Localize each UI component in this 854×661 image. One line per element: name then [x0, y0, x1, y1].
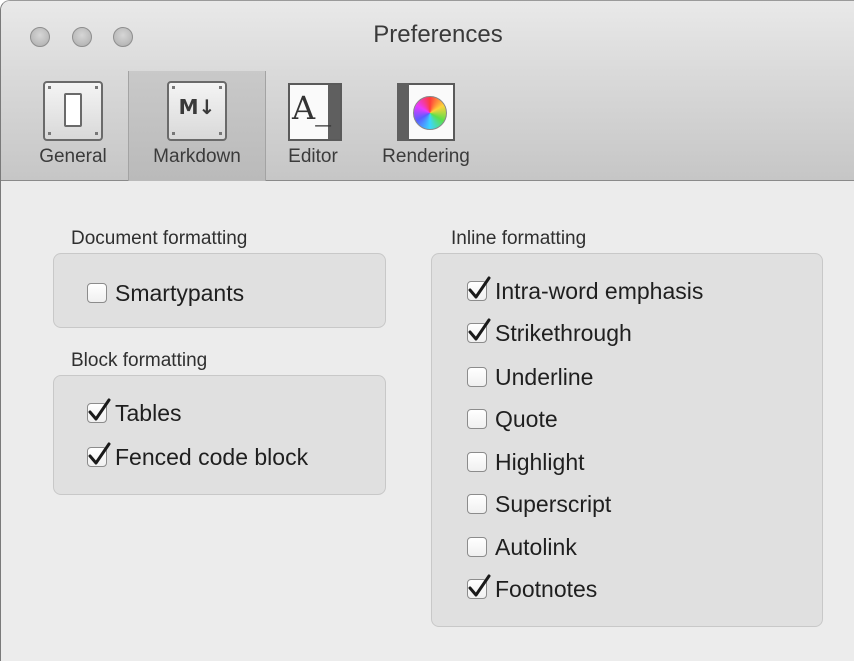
window-title: Preferences — [373, 21, 503, 48]
tab-general-label: General — [39, 146, 107, 167]
quote-checkbox[interactable] — [467, 409, 487, 429]
title-bar: Preferences General M↓ Markdown A_ Edito… — [1, 1, 854, 181]
checkmark-icon — [88, 398, 111, 421]
option-fenced-code-block[interactable]: Fenced code block — [87, 441, 308, 473]
tables-label: Tables — [115, 399, 182, 426]
smartypants-checkbox[interactable] — [87, 283, 107, 303]
quote-label: Quote — [495, 405, 558, 432]
option-smartypants[interactable]: Smartypants — [87, 277, 244, 309]
inline-formatting-group — [431, 253, 823, 627]
option-superscript[interactable]: Superscript — [467, 488, 611, 520]
tab-editor-label: Editor — [288, 146, 338, 167]
option-strikethrough[interactable]: Strikethrough — [467, 317, 632, 349]
underline-label: Underline — [495, 363, 594, 390]
underline-checkbox[interactable] — [467, 367, 487, 387]
option-quote[interactable]: Quote — [467, 403, 558, 435]
switch-icon — [38, 77, 108, 143]
tables-checkbox[interactable] — [87, 398, 111, 423]
footnotes-checkbox[interactable] — [467, 574, 491, 599]
footnotes-label: Footnotes — [495, 575, 598, 602]
markdown-preferences-pane: Document formatting Smartypants Block fo… — [1, 181, 854, 661]
strikethrough-checkbox[interactable] — [467, 318, 491, 343]
preferences-toolbar: General M↓ Markdown A_ Editor Rendering — [1, 71, 854, 181]
checkmark-icon — [468, 318, 491, 341]
intra-word-emphasis-label: Intra-word emphasis — [495, 277, 704, 304]
tab-rendering-label: Rendering — [382, 146, 470, 167]
checkmark-icon — [88, 442, 111, 465]
tab-markdown[interactable]: M↓ Markdown — [128, 71, 266, 181]
block-formatting-group — [53, 375, 386, 495]
autolink-checkbox[interactable] — [467, 537, 487, 557]
checkmark-icon — [468, 574, 491, 597]
editor-font-icon: A_ — [278, 77, 348, 143]
markdown-icon: M↓ — [162, 77, 232, 143]
strikethrough-label: Strikethrough — [495, 319, 632, 346]
highlight-label: Highlight — [495, 448, 585, 475]
document-formatting-title: Document formatting — [71, 228, 248, 249]
fenced-code-block-label: Fenced code block — [115, 443, 309, 470]
option-highlight[interactable]: Highlight — [467, 446, 585, 478]
inline-formatting-title: Inline formatting — [451, 228, 587, 249]
fenced-code-block-checkbox[interactable] — [87, 442, 111, 467]
superscript-checkbox[interactable] — [467, 494, 487, 514]
tab-general[interactable]: General — [23, 71, 123, 181]
option-autolink[interactable]: Autolink — [467, 531, 577, 563]
tab-editor[interactable]: A_ Editor — [269, 71, 357, 181]
intra-word-emphasis-checkbox[interactable] — [467, 276, 491, 301]
option-footnotes[interactable]: Footnotes — [467, 573, 597, 605]
smartypants-label: Smartypants — [115, 279, 245, 306]
tab-rendering[interactable]: Rendering — [363, 71, 489, 181]
option-underline[interactable]: Underline — [467, 361, 593, 393]
option-intra-word-emphasis[interactable]: Intra-word emphasis — [467, 275, 703, 307]
block-formatting-title: Block formatting — [71, 350, 208, 371]
superscript-label: Superscript — [495, 490, 612, 517]
checkmark-icon — [468, 276, 491, 299]
color-wheel-icon — [391, 77, 461, 143]
option-tables[interactable]: Tables — [87, 397, 181, 429]
autolink-label: Autolink — [495, 533, 577, 560]
preferences-window: Preferences General M↓ Markdown A_ Edito… — [0, 0, 854, 661]
tab-markdown-label: Markdown — [153, 146, 241, 167]
highlight-checkbox[interactable] — [467, 452, 487, 472]
